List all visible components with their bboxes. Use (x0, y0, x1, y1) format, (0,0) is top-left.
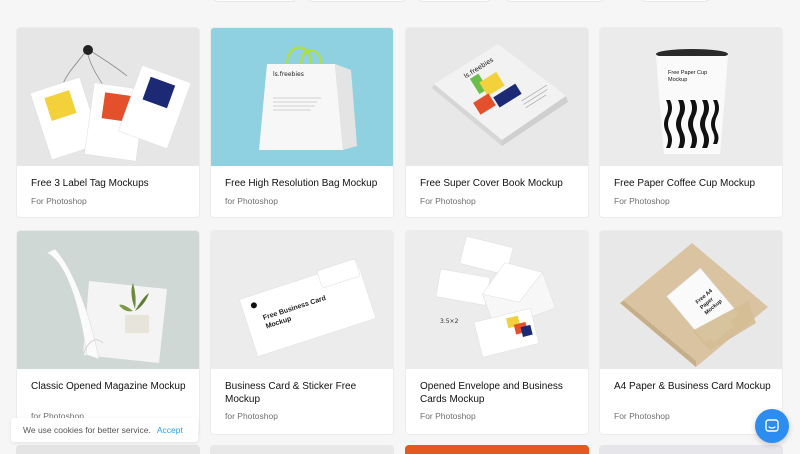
card-thumbnail (17, 28, 199, 166)
book-image (432, 44, 568, 146)
mockup-card-partial[interactable] (599, 445, 783, 454)
cookie-message: We use cookies for better service. (23, 425, 151, 435)
cookie-accept-button[interactable]: Accept (157, 425, 183, 435)
chat-button[interactable] (755, 409, 789, 443)
mockup-card[interactable]: ls.freebies Free Super Cover Book Mockup… (405, 27, 589, 218)
label-tags-image (29, 45, 192, 162)
card-title: Business Card & Sticker Free Mockup (225, 381, 357, 405)
card-subtitle: for Photoshop (225, 196, 278, 206)
card-thumbnail: Free Paper Cup Mockup (600, 28, 782, 166)
card-subtitle: for Photoshop (225, 411, 278, 421)
mockup-card[interactable]: Free Business Card Mockup Business Card … (210, 230, 394, 435)
card-title: Free Paper Coffee Cup Mockup (614, 178, 756, 189)
card-subtitle: For Photoshop (614, 196, 670, 206)
filter-tab[interactable] (640, 0, 710, 2)
filter-tab[interactable] (417, 0, 492, 2)
a4-folder-image (620, 243, 768, 367)
bag-image (259, 46, 357, 150)
mockup-card-partial[interactable] (405, 445, 589, 454)
cup-label-text: Free Paper Cup Mockup (668, 70, 708, 83)
mockup-card-partial[interactable] (16, 445, 200, 454)
card-thumbnail: ls.freebies (406, 28, 588, 166)
filter-tab[interactable] (212, 0, 297, 2)
top-filter-tabs (0, 0, 800, 4)
card-title: Free High Resolution Bag Mockup (225, 178, 378, 189)
mockup-card[interactable]: Free A4 Paper Mockup A4 Paper & Business… (599, 230, 783, 435)
filter-tab[interactable] (505, 0, 605, 2)
mockup-card[interactable]: Free Paper Cup Mockup Free Paper Coffee … (599, 27, 783, 218)
filter-tab[interactable] (307, 0, 407, 2)
card-subtitle: For Photoshop (420, 196, 476, 206)
card-thumbnail: Free A4 Paper Mockup (600, 231, 782, 369)
mockup-card[interactable]: Classic Opened Magazine Mockup for Photo… (16, 230, 200, 435)
cookie-banner: We use cookies for better service. Accep… (11, 418, 198, 442)
card-title: Free 3 Label Tag Mockups (31, 178, 149, 189)
card-thumbnail (17, 231, 199, 369)
mockup-card[interactable]: 3.5×2 Opened Envelope and Business Cards… (405, 230, 589, 435)
card-thumbnail: Free Business Card Mockup (211, 231, 393, 369)
chat-bubble-icon (765, 419, 779, 432)
card-thumbnail: 3.5×2 (406, 231, 588, 369)
bag-brand-text: ls.freebies (273, 71, 304, 78)
card-title: Opened Envelope and Business Cards Mocku… (420, 381, 563, 405)
envelope-image: 3.5×2 (435, 235, 556, 358)
card-thumbnail: ls.freebies (211, 28, 393, 166)
card-title: Free Super Cover Book Mockup (420, 178, 563, 189)
card-title: Classic Opened Magazine Mockup (31, 381, 186, 392)
mockup-card[interactable]: ls.freebies Free High Resolution Bag Moc… (210, 27, 394, 218)
card-subtitle: For Photoshop (31, 196, 87, 206)
mockup-card-partial[interactable] (210, 445, 394, 454)
magazine-image (46, 248, 167, 363)
coffee-cup-image (656, 49, 728, 154)
svg-text:3.5×2: 3.5×2 (440, 318, 459, 325)
card-subtitle: For Photoshop (614, 411, 670, 421)
mockup-card[interactable]: Free 3 Label Tag Mockups For Photoshop (16, 27, 200, 218)
card-title: A4 Paper & Business Card Mockup (614, 381, 771, 392)
card-subtitle: For Photoshop (420, 411, 476, 421)
